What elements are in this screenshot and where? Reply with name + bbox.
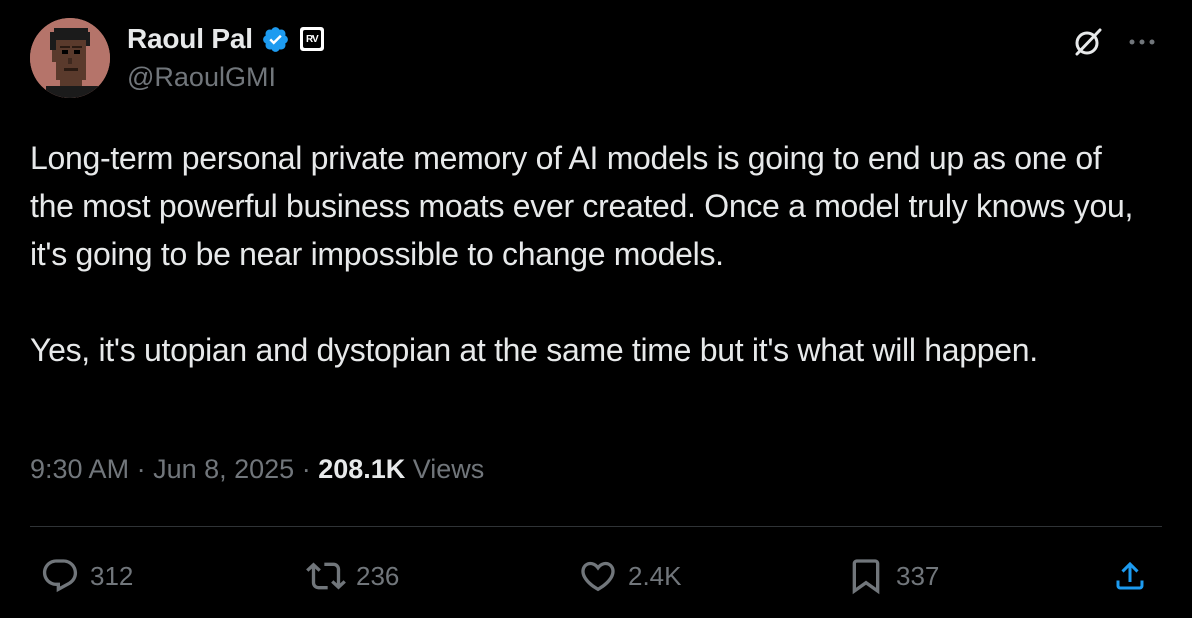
tweet-paragraph: Yes, it's utopian and dystopian at the s… [30,332,1038,368]
author-name-row: Raoul Pal RV [127,22,324,56]
like-button[interactable]: 2.4K [578,556,682,596]
reply-button[interactable]: 312 [40,556,133,596]
author-handle[interactable]: @RaoulGMI [127,62,276,93]
affiliate-badge[interactable]: RV [299,27,324,51]
bookmark-count: 337 [896,560,940,591]
tweet-date[interactable]: Jun 8, 2025 [153,454,294,484]
affiliate-badge-label: RV [302,30,321,48]
share-button[interactable] [1112,556,1148,596]
tweet-time[interactable]: 9:30 AM [30,454,129,484]
repost-icon [306,562,346,590]
reply-icon [42,559,78,593]
reply-count: 312 [90,560,134,591]
bookmark-icon [852,559,880,595]
views-count[interactable]: 208.1K [318,454,405,484]
like-count: 2.4K [628,560,682,591]
tweet-meta: 9:30 AM · Jun 8, 2025 · 208.1K Views [30,454,484,485]
tweet-text: Long-term personal private memory of AI … [30,134,1150,374]
views-label: Views [405,454,485,484]
more-options-icon[interactable] [1124,24,1160,60]
grok-icon[interactable] [1070,24,1106,60]
repost-count: 236 [356,560,400,591]
heart-icon [581,561,615,592]
author-display-name[interactable]: Raoul Pal [127,23,253,55]
share-icon [1116,561,1144,590]
divider [30,526,1162,527]
tweet-card: Raoul Pal RV @RaoulGMI Long-term persona… [0,0,1192,618]
pixel-art-avatar-icon [30,18,110,98]
meta-separator: · [129,454,154,484]
verified-badge-icon[interactable] [261,25,290,54]
avatar[interactable] [30,18,110,98]
meta-separator: · [294,454,319,484]
bookmark-button[interactable]: 337 [846,556,939,596]
tweet-paragraph: Long-term personal private memory of AI … [30,140,1134,272]
repost-button[interactable]: 236 [306,556,399,596]
